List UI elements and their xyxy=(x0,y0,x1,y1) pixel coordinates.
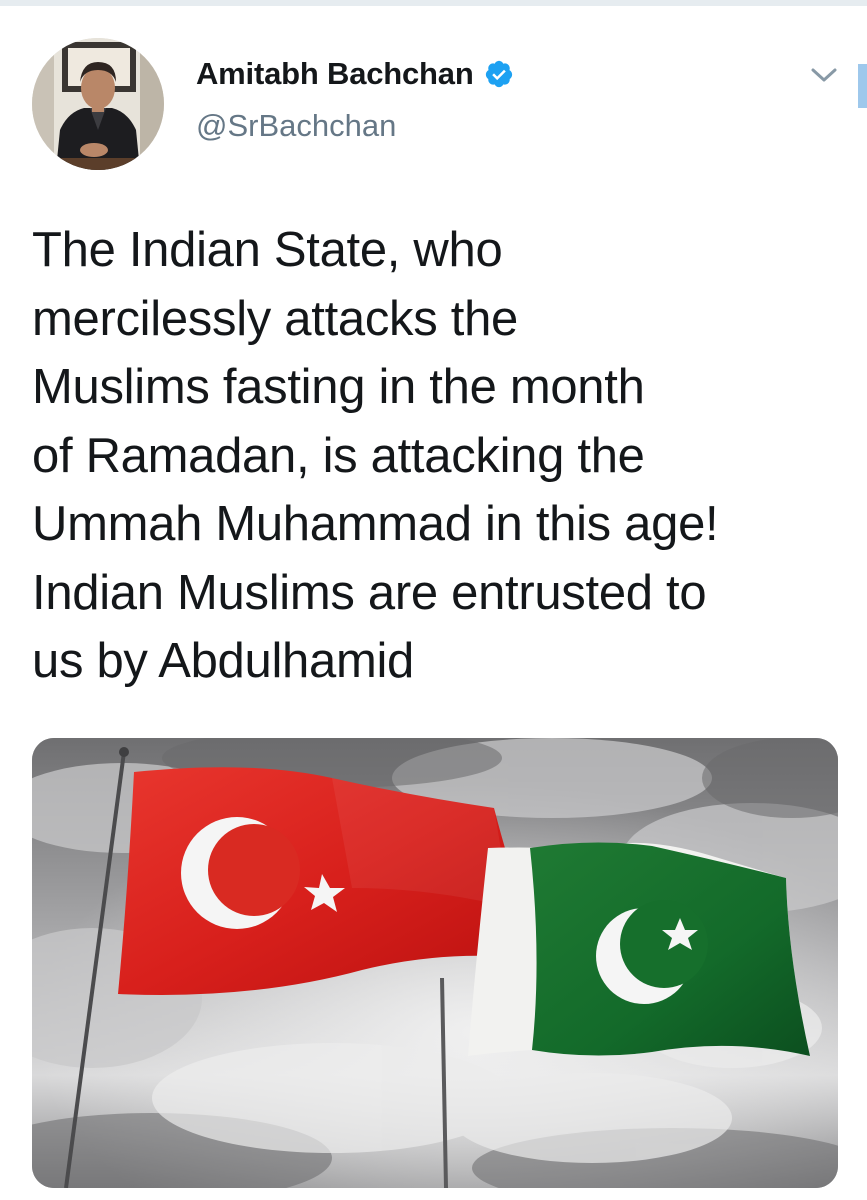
edge-accent-bar xyxy=(858,64,867,108)
tweet-card: Amitabh Bachchan @SrBachchan The Indian … xyxy=(0,6,867,1200)
author-handle[interactable]: @SrBachchan xyxy=(196,108,514,144)
tweet-text: The Indian State, who mercilessly attack… xyxy=(32,223,719,688)
author-info: Amitabh Bachchan @SrBachchan xyxy=(196,54,514,144)
author-display-name[interactable]: Amitabh Bachchan xyxy=(196,56,474,92)
author-avatar[interactable] xyxy=(32,38,164,170)
tweet-media-image[interactable] xyxy=(32,738,838,1188)
avatar-photo xyxy=(32,38,164,170)
verified-badge-icon xyxy=(484,59,514,89)
flags-photo xyxy=(32,738,838,1188)
chevron-down-icon xyxy=(811,68,837,82)
name-row: Amitabh Bachchan xyxy=(196,54,514,94)
tweet-menu-button[interactable] xyxy=(806,60,842,90)
